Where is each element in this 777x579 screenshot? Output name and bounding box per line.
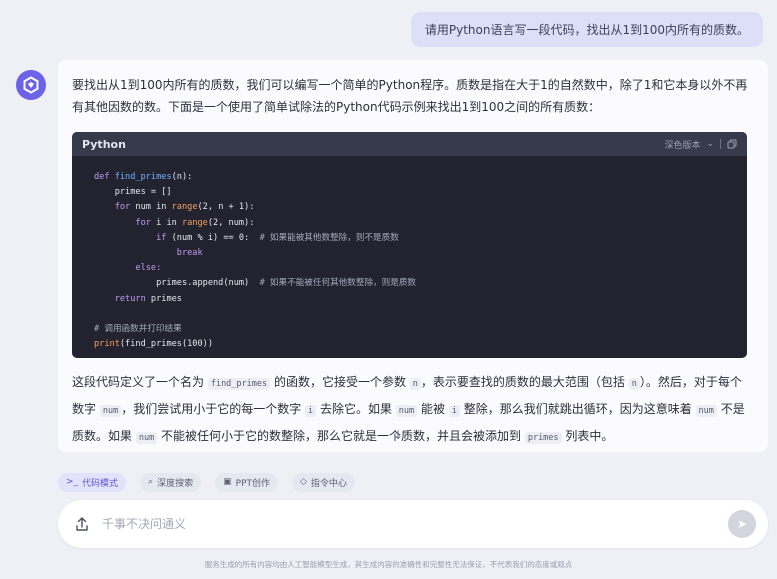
code-body: def find_primes(n): primes = [] for num … <box>72 156 747 352</box>
inline-code: i <box>305 405 317 417</box>
chip-label: 代码模式 <box>82 478 119 489</box>
user-message-bubble: 请用Python语言写一段代码，找出从1到100内所有的质数。 <box>410 12 763 47</box>
upload-icon[interactable] <box>74 516 90 532</box>
code-token: primes.append(num) <box>94 278 250 289</box>
code-comment: # 如果能被其他数整除，则不是质数 <box>249 232 399 243</box>
code-token: (find_primes(100)) <box>119 339 214 350</box>
code-line: # 调用函数并打印结果 <box>94 324 182 335</box>
code-line: else: <box>94 263 162 274</box>
code-token: find_primes <box>114 172 172 182</box>
code-line: for num in range(2, n + 1): <box>94 200 747 215</box>
assistant-logo-icon <box>23 76 39 94</box>
code-token: for <box>94 217 157 228</box>
disclaimer-text: 服务生成的所有内容均由人工智能模型生成，其生成内容的准确性和完整性无法保证，不代… <box>204 560 573 569</box>
code-token: (2, num): <box>207 217 255 228</box>
inline-code: n <box>628 378 640 390</box>
code-line: def find_primes(n): <box>94 170 747 185</box>
code-token: print <box>94 339 120 350</box>
text-run: ，表示要查找的质数的最大范围（包括 <box>420 375 629 389</box>
inline-code: num <box>395 405 418 417</box>
code-token: num in <box>135 202 172 213</box>
code-token: if <box>94 232 172 243</box>
code-token: primes <box>150 293 182 304</box>
text-run: 能被 <box>417 402 449 416</box>
code-token: range <box>181 217 208 228</box>
code-comment: # 如果不能被任何其他数整除，则是质数 <box>249 278 417 289</box>
code-token: return <box>94 293 151 304</box>
chevron-down-icon[interactable]: ⌄ <box>706 139 714 149</box>
code-line: return primes <box>94 292 747 307</box>
search-icon: ⌕ <box>148 477 154 487</box>
scroll-down-arrow-icon[interactable]: ↓ <box>393 428 403 442</box>
text-run: 去除它。如果 <box>316 402 396 416</box>
code-token: i in <box>156 217 182 228</box>
mode-toolbar: >_ 代码模式 ⌕ 深度搜索 ▣ PPT创作 ◇ 指令中心 <box>58 472 355 492</box>
chip-label: 深度搜索 <box>157 478 194 489</box>
command-icon: ◇ <box>300 477 307 487</box>
code-token: (n): <box>171 172 193 182</box>
theme-select[interactable]: 深色版本 <box>664 138 700 151</box>
inline-code: n <box>409 378 421 390</box>
code-block: Python 深色版本 ⌄ def find_primes(n): primes… <box>72 132 747 358</box>
inline-code: primes <box>524 432 562 444</box>
deep-search-button[interactable]: ⌕ 深度搜索 <box>140 472 202 492</box>
code-token: range <box>171 202 198 213</box>
code-line: print(find_primes(100)) <box>94 337 747 352</box>
code-line: break <box>94 248 203 259</box>
code-line: primes = [] <box>94 187 172 198</box>
assistant-avatar <box>16 70 46 100</box>
chat-input[interactable] <box>102 500 702 548</box>
inline-code: num <box>135 432 158 444</box>
text-run: ，我们尝试用小于它的每一个数字 <box>121 402 306 416</box>
assistant-answer-card: 要找出从1到100内所有的质数，我们可以编写一个简单的Python程序。质数是指… <box>58 60 768 452</box>
inline-code: num <box>99 405 122 417</box>
ppt-icon: ▣ <box>223 477 232 487</box>
code-token: for <box>94 202 136 213</box>
inline-code: i <box>448 405 460 417</box>
code-line: primes.append(num) # 如果不能被任何其他数整除，则是质数 <box>94 276 747 291</box>
command-center-button[interactable]: ◇ 指令中心 <box>292 472 355 492</box>
send-button[interactable]: ➤ <box>728 510 756 538</box>
code-line: if (num % i) == 0: # 如果能被其他数整除，则不是质数 <box>94 231 747 246</box>
ppt-create-button[interactable]: ▣ PPT创作 <box>215 472 278 492</box>
code-line: for i in range(2, num): <box>94 216 747 231</box>
chip-label: PPT创作 <box>235 478 270 489</box>
answer-explanation-text: 这段代码定义了一个名为 find_primes 的函数，它接受一个参数 n ，表示… <box>72 370 752 451</box>
code-tools: 深色版本 ⌄ <box>664 138 737 151</box>
chip-label: 指令中心 <box>310 478 347 489</box>
inline-code: find_primes <box>207 378 271 390</box>
send-icon: ➤ <box>736 517 748 531</box>
text-run: 的函数，它接受一个参数 <box>270 375 410 389</box>
code-token: (num % i) == 0: <box>171 232 250 243</box>
text-run: 整除，那么我们就跳出循环，因为这意味着 <box>459 402 696 416</box>
code-icon: >_ <box>66 477 79 487</box>
inline-code: num <box>695 405 717 417</box>
answer-intro-text: 要找出从1到100内所有的质数，我们可以编写一个简单的Python程序。质数是指… <box>72 78 748 114</box>
chat-input-bar: ➤ <box>58 500 768 548</box>
code-language-label: Python <box>82 137 126 151</box>
code-header: Python 深色版本 ⌄ <box>72 132 747 156</box>
copy-icon[interactable] <box>727 139 737 149</box>
text-run: 不能被任何小于它的数整除，那么它就是一个质数，并且会被添加到 <box>157 429 525 443</box>
code-mode-button[interactable]: >_ 代码模式 <box>58 472 127 492</box>
text-run: 列表中。 <box>561 429 614 443</box>
text-run: 这段代码定义了一个名为 <box>72 375 208 389</box>
code-token: (2, n + 1): <box>197 202 255 213</box>
code-token: def <box>94 172 115 182</box>
divider <box>720 139 721 149</box>
